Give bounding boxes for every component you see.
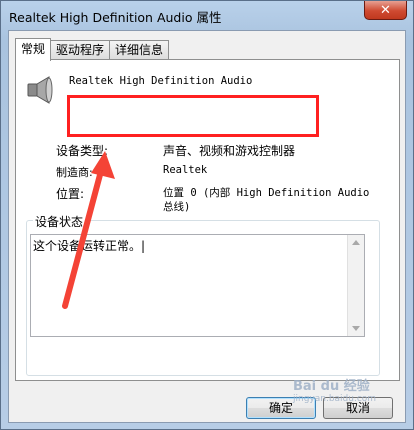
device-type-value: 声音、视频和游戏控制器 xyxy=(163,144,296,158)
manufacturer-value: Realtek xyxy=(163,164,208,176)
tab-general[interactable]: 常规 xyxy=(15,38,52,61)
window-title: Realtek High Definition Audio 属性 xyxy=(9,10,222,25)
title-bar[interactable]: Realtek High Definition Audio 属性 ✕ xyxy=(1,1,413,29)
baidu-watermark: Bai du 经验 jingyan.baidu.com xyxy=(293,375,411,421)
scroll-up-icon[interactable] xyxy=(352,240,360,245)
tab-driver[interactable]: 驱动程序 xyxy=(50,40,111,60)
tab-strip: 常规 驱动程序 详细信息 xyxy=(15,38,170,61)
scroll-down-icon[interactable] xyxy=(352,326,360,331)
close-button[interactable]: ✕ xyxy=(364,1,407,20)
location-value-line2: 总线) xyxy=(163,201,191,213)
highlight-box xyxy=(67,95,319,137)
watermark-brand: Bai du 经验 xyxy=(293,379,370,394)
device-name: Realtek High Definition Audio xyxy=(69,75,253,87)
annotation-arrow xyxy=(62,151,115,309)
status-scrollbar[interactable] xyxy=(347,235,364,336)
tab-details[interactable]: 详细信息 xyxy=(109,40,170,60)
close-icon: ✕ xyxy=(380,2,391,18)
properties-window: Realtek High Definition Audio 属性 ✕ 常规 驱动… xyxy=(0,0,414,430)
location-value-line1: 位置 0 (内部 High Definition Audio xyxy=(163,187,370,199)
speaker-icon xyxy=(27,76,53,104)
watermark-url: jingyan.baidu.com xyxy=(293,394,377,404)
